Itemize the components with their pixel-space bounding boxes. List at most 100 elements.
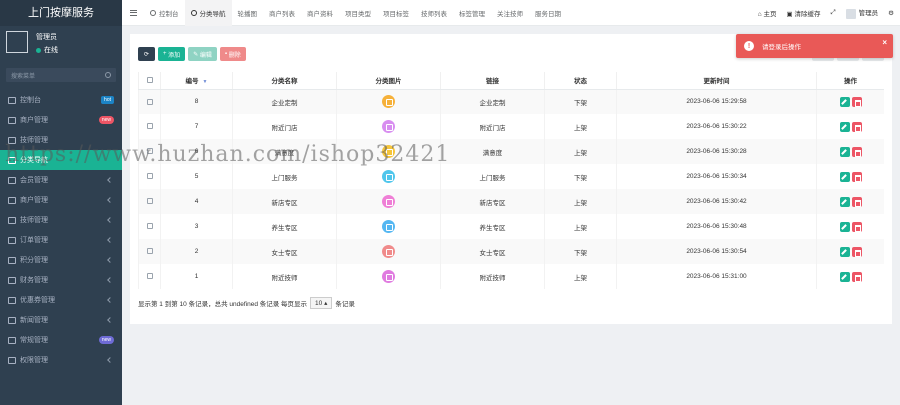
chevron-left-icon [107, 317, 113, 323]
tab-project-tags[interactable]: 项目标签 [377, 0, 415, 26]
user-profile: 管理员 在线 [0, 26, 122, 60]
sidebar-item-news[interactable]: 新闻管理 [0, 310, 122, 330]
clear-cache-button[interactable]: ▣ 清除缓存 [787, 8, 821, 18]
settings-gear-icon[interactable]: ⚙ [888, 9, 894, 17]
cell-name: 新店专区 [232, 189, 337, 214]
chevron-left-icon [107, 197, 113, 203]
sidebar-item-shops[interactable]: 商户管理 [0, 190, 122, 210]
delete-row-icon[interactable] [851, 96, 862, 107]
top-nav-bar: 控制台 分类导航 轮播图 商户列表 商户资料 项目类型 项目标签 技师列表 标签… [122, 0, 900, 26]
tab-merchant-profile[interactable]: 商户资料 [301, 0, 339, 26]
edit-row-icon[interactable] [839, 96, 850, 107]
tab-merchant-list[interactable]: 商户列表 [263, 0, 301, 26]
sidebar-item-merchant[interactable]: 商户管理 new [0, 110, 122, 130]
cell-image [336, 114, 441, 139]
tab-dashboard[interactable]: 控制台 [144, 0, 185, 26]
edit-row-icon[interactable] [839, 196, 850, 207]
tab-category-nav[interactable]: 分类导航 [184, 0, 232, 26]
delete-row-icon[interactable] [851, 146, 862, 157]
sidebar-item-members[interactable]: 会员管理 [0, 170, 122, 190]
table-row[interactable]: 5 上门服务 上门服务 下架 2023-06-06 15:30:34 [138, 164, 884, 189]
category-image-icon[interactable] [382, 120, 395, 133]
column-header-id[interactable]: 编号 ▼ [160, 72, 233, 90]
table-row[interactable]: 4 新店专区 新店专区 上架 2023-06-06 15:30:42 [138, 189, 884, 214]
sidebar-item-technicians[interactable]: 技师管理 [0, 210, 122, 230]
pagination-summary: 显示第 1 到第 10 条记录，总共 undefined 条记录 每页显示 [138, 301, 308, 308]
delete-row-icon[interactable] [851, 221, 862, 232]
category-image-icon[interactable] [382, 220, 395, 233]
sidebar-item-coupons[interactable]: 优惠券管理 [0, 290, 122, 310]
delete-row-icon[interactable] [851, 121, 862, 132]
sidebar-item-finance[interactable]: 财务管理 [0, 270, 122, 290]
select-all-checkbox[interactable] [138, 72, 161, 90]
cell-link: 新店专区 [440, 189, 545, 214]
column-header-updated[interactable]: 更新时间 [616, 72, 817, 90]
tab-project-types[interactable]: 项目类型 [339, 0, 377, 26]
avatar[interactable] [6, 31, 28, 53]
main-panel: ⟳ + 添加 ✎ 编辑 ▪ 删除 编号 ▼ 分类名称 分类图片 链接 状态 更新时… [130, 34, 892, 324]
edit-row-icon[interactable] [839, 121, 850, 132]
cell-link: 上门服务 [440, 164, 545, 189]
edit-button[interactable]: ✎ 编辑 [188, 47, 217, 61]
row-checkbox[interactable] [138, 114, 161, 139]
sidebar-item-points[interactable]: 积分管理 [0, 250, 122, 270]
delete-row-icon[interactable] [851, 246, 862, 257]
cell-status: 上架 [544, 139, 617, 164]
row-checkbox[interactable] [138, 89, 161, 114]
store-icon [8, 116, 16, 124]
sidebar-item-general[interactable]: 常规管理 new [0, 330, 122, 350]
table-body: 8 企业定制 企业定制 下架 2023-06-06 15:29:58 7 附近门店 附近门店上… [138, 89, 884, 289]
cell-id: 8 [160, 89, 233, 114]
permission-icon [8, 356, 16, 364]
user-menu[interactable]: 管理员 [845, 7, 878, 19]
add-button[interactable]: + 添加 [158, 47, 186, 61]
cell-name: 附近技师 [232, 264, 337, 289]
delete-row-icon[interactable] [851, 271, 862, 282]
category-image-icon[interactable] [382, 95, 395, 109]
category-image-icon[interactable] [382, 270, 395, 283]
delete-row-icon[interactable] [851, 171, 862, 182]
row-checkbox[interactable] [138, 214, 161, 239]
cell-link: 女士专区 [440, 239, 545, 264]
chevron-left-icon [107, 357, 113, 363]
menu-toggle-icon[interactable] [122, 0, 144, 26]
tab-carousel[interactable]: 轮播图 [232, 0, 264, 26]
sidebar-item-dashboard[interactable]: 控制台 hot [0, 90, 122, 110]
cell-actions [816, 139, 884, 164]
refresh-button[interactable]: ⟳ [138, 47, 155, 61]
column-header-name[interactable]: 分类名称 [232, 72, 337, 90]
table-row[interactable]: 1 附近技师 附近技师 上架 2023-06-06 15:31:00 [138, 264, 884, 289]
table-row[interactable]: 7 附近门店 附近门店 上架 2023-06-06 15:30:22 [138, 114, 884, 139]
delete-row-icon[interactable] [851, 196, 862, 207]
edit-row-icon[interactable] [839, 246, 850, 257]
tab-service-date[interactable]: 服务日期 [529, 0, 567, 26]
cell-updated: 2023-06-06 15:30:54 [616, 239, 817, 264]
table-row[interactable]: 2 女士专区 女士专区 下架 2023-06-06 15:30:54 [138, 239, 884, 264]
gear-icon [8, 336, 16, 344]
edit-row-icon[interactable] [839, 146, 850, 157]
cell-actions [816, 189, 884, 214]
delete-button[interactable]: ▪ 删除 [219, 47, 246, 61]
edit-row-icon[interactable] [839, 221, 850, 232]
home-link[interactable]: ⌂ 主页 [758, 8, 777, 18]
close-icon[interactable]: × [882, 38, 887, 47]
fullscreen-icon[interactable]: ⤢ [830, 9, 835, 17]
row-checkbox[interactable] [138, 164, 161, 189]
table-row[interactable]: 8 企业定制 企业定制 下架 2023-06-06 15:29:58 [138, 89, 884, 114]
sidebar-item-orders[interactable]: 订单管理 [0, 230, 122, 250]
page-size-select[interactable]: 10 ▴ [310, 297, 333, 309]
table-row[interactable]: 3 养生专区 养生专区 上架 2023-06-06 15:30:48 [138, 214, 884, 239]
edit-row-icon[interactable] [839, 271, 850, 282]
tab-follow-technician[interactable]: 关注技师 [491, 0, 529, 26]
edit-row-icon[interactable] [839, 171, 850, 182]
row-checkbox[interactable] [138, 189, 161, 214]
tab-tag-management[interactable]: 标签管理 [453, 0, 491, 26]
row-checkbox[interactable] [138, 239, 161, 264]
category-image-icon[interactable] [382, 245, 395, 258]
sidebar-search-input[interactable]: 搜索菜单 [6, 68, 116, 82]
category-image-icon[interactable] [382, 170, 395, 183]
tab-technician-list[interactable]: 技师列表 [415, 0, 453, 26]
sidebar-item-permissions[interactable]: 权限管理 [0, 350, 122, 370]
category-image-icon[interactable] [382, 195, 395, 208]
row-checkbox[interactable] [138, 264, 161, 289]
